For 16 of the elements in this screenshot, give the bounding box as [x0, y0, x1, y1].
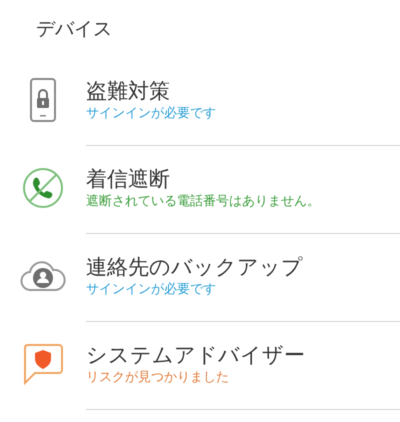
- section-title: デバイス: [36, 17, 112, 42]
- settings-item[interactable]: システムアドバイザー リスクが見つかりました: [0, 322, 400, 410]
- settings-item[interactable]: 着信遮断 遮断されている電話番号はありません。: [0, 146, 400, 234]
- blocked-call-icon: [22, 167, 64, 209]
- settings-item[interactable]: 連絡先のバックアップ サインインが必要です: [0, 234, 400, 322]
- item-status: サインインが必要です: [86, 280, 217, 298]
- item-status: 遮断されている電話番号はありません。: [86, 192, 321, 210]
- tablet-lock-icon: [30, 78, 56, 122]
- item-title: 盗難対策: [86, 78, 171, 104]
- shield-message-icon: [23, 343, 63, 385]
- item-title: 着信遮断: [86, 166, 171, 192]
- item-title: システムアドバイザー: [86, 342, 306, 368]
- settings-item[interactable]: 盗難対策 サインインが必要です: [0, 58, 400, 146]
- item-status: リスクが見つかりました: [86, 368, 230, 386]
- item-status: サインインが必要です: [86, 104, 217, 122]
- item-title: 連絡先のバックアップ: [86, 254, 304, 280]
